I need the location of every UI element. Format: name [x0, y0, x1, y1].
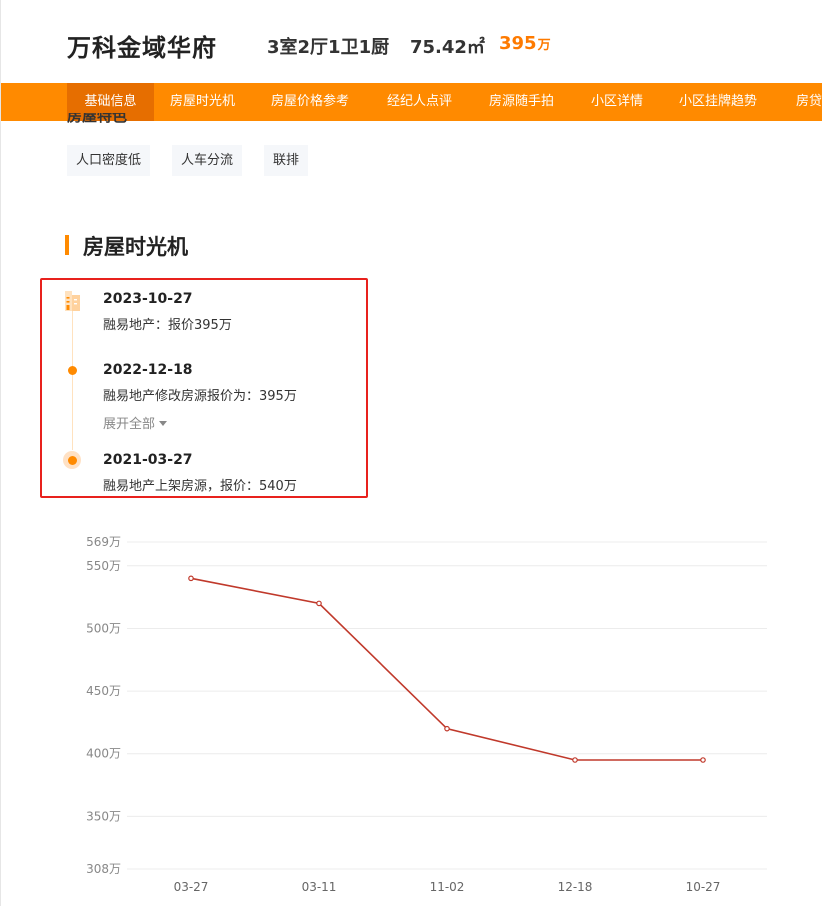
x-tick-label: 10-27 [686, 880, 721, 894]
y-tick-label: 569万 [86, 535, 121, 549]
timeline-dot [67, 455, 77, 465]
room-layout: 3室2厅1卫1厨 [267, 37, 390, 58]
features-heading: 房屋特色 [67, 113, 127, 123]
event-date: 2023-10-27 [103, 291, 193, 307]
y-tick-label: 450万 [86, 684, 121, 698]
listing-header: 万科金域华府 3室2厅1卫1厨 75.42㎡ 395万 [1, 0, 822, 83]
price-trend-chart-svg: 308万 350万 400万 450万 500万 550万 569万 03-27 03-11 11… [86, 535, 767, 894]
floor-area: 75.42㎡ [410, 37, 485, 58]
nav-item-community-details[interactable]: 小区详情 [577, 83, 657, 121]
price-value: 395 [499, 33, 537, 54]
expand-all-label: 展开全部 [103, 417, 156, 432]
y-tick-label: 550万 [86, 559, 121, 573]
nav-item-price-reference[interactable]: 房屋价格参考 [257, 83, 363, 121]
section-title-time-machine: 房屋时光机 [83, 235, 188, 259]
event-date: 2021-03-27 [103, 452, 193, 468]
nav-item-time-machine[interactable]: 房屋时光机 [156, 83, 249, 121]
caret-down-icon [159, 421, 168, 426]
listing-price: 395万 [499, 33, 551, 54]
price-series-line [190, 577, 703, 761]
feature-tag: 人口密度低 [67, 145, 151, 176]
x-tick-label: 12-18 [558, 880, 593, 894]
listing-page: 万科金域华府 3室2厅1卫1厨 75.42㎡ 395万 基础信息 房屋时光机 房… [0, 0, 822, 906]
feature-tag: 联排 [264, 145, 309, 176]
event-description: 融易地产：报价395万 [103, 318, 232, 333]
event-description: 融易地产上架房源，报价：540万 [103, 479, 297, 494]
price-data-point [572, 757, 578, 763]
nav-item-photos[interactable]: 房源随手拍 [475, 83, 568, 121]
nav-item-agent-review[interactable]: 经纪人点评 [373, 83, 466, 121]
timeline-current-marker [63, 451, 81, 469]
features-heading-text: 房屋特色 [67, 113, 128, 123]
price-unit: 万 [537, 38, 551, 53]
feature-tag: 人车分流 [172, 145, 243, 176]
timeline-dot [68, 366, 77, 375]
y-tick-label: 500万 [86, 621, 121, 635]
y-tick-label: 308万 [86, 862, 121, 876]
x-tick-label: 11-02 [430, 880, 465, 894]
x-tick-label: 03-11 [302, 880, 337, 894]
price-data-point [700, 757, 706, 763]
event-description: 融易地产修改房源报价为：395万 [103, 389, 297, 404]
event-date: 2022-12-18 [103, 362, 193, 378]
x-tick-label: 03-27 [174, 880, 209, 894]
nav-item-mortgage[interactable]: 房贷 [782, 83, 822, 121]
price-trend-chart: 308万 350万 400万 450万 500万 550万 569万 03-27 03-11 11… [1, 520, 822, 906]
y-tick-label: 400万 [86, 747, 121, 761]
expand-all-button[interactable]: 展开全部 [103, 413, 168, 432]
price-data-point [316, 600, 322, 607]
nav-item-listing-trend[interactable]: 小区挂牌趋势 [665, 83, 771, 121]
y-tick-label: 350万 [86, 809, 121, 823]
timeline-line [72, 310, 73, 450]
price-data-point [444, 725, 450, 732]
house-icon [65, 291, 80, 311]
listing-title: 万科金域华府 [67, 34, 217, 62]
price-data-point [188, 575, 194, 582]
section-accent-bar [65, 235, 69, 255]
